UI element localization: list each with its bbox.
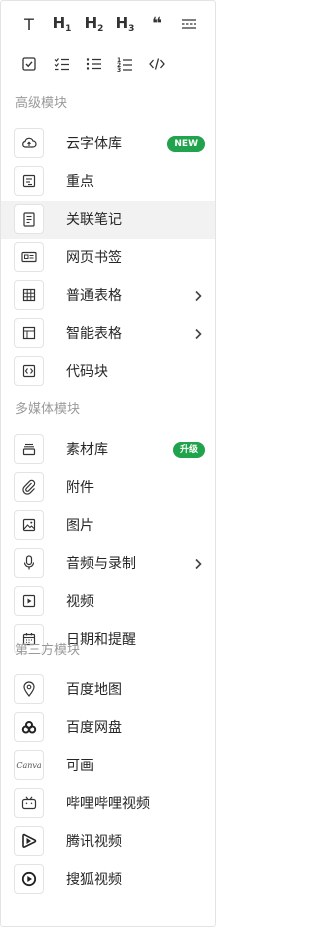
bullet-list-button[interactable] [79,45,109,83]
menu-item-label: 可画 [66,758,94,774]
divider-icon [182,19,196,29]
microphone-icon [14,548,44,578]
section-title-advanced: 高级模块 [15,96,68,111]
menu-item-smart-table[interactable]: 智能表格 [1,315,215,353]
menu-item-bilibili[interactable]: 哔哩哔哩视频 [1,785,215,823]
text-button[interactable]: T [14,5,44,43]
heading1-icon: H1 [52,14,72,34]
checkbox-button[interactable] [14,45,44,83]
heading3-button[interactable]: H3 [110,5,140,43]
menu-item-attachment[interactable]: 附件 [1,469,215,507]
smart-table-icon [14,318,44,348]
heading1-button[interactable]: H1 [47,5,77,43]
menu-item-label: 重点 [66,174,94,190]
menu-item-label: 代码块 [66,364,108,380]
web-bookmark-icon [14,242,44,272]
attachment-icon [14,472,44,502]
insert-menu-panel: T H1 H2 H3 ❝ 1 2 3 高级模块 云字体库 NEW 重点 关联笔记… [0,0,216,927]
menu-item-label: 云字体库 [66,136,122,152]
menu-item-cloud-font[interactable]: 云字体库 NEW [1,125,215,163]
chevron-right-icon [195,328,202,340]
menu-item-baidu-cloud[interactable]: 百度网盘 [1,709,215,747]
code-icon [149,58,165,70]
heading3-icon: H3 [115,14,135,34]
code-block-icon [14,356,44,386]
menu-item-linked-note[interactable]: 关联笔记 [1,201,215,239]
menu-item-sohu-video[interactable]: 搜狐视频 [1,861,215,899]
image-icon [14,510,44,540]
bilibili-icon [14,788,44,818]
heading2-icon: H2 [84,14,104,34]
numbered-list-icon: 1 2 3 [117,57,132,72]
menu-item-material-library[interactable]: 素材库 升级 [1,431,215,469]
menu-item-tencent-video[interactable]: 腾讯视频 [1,823,215,861]
numbered-list-button[interactable]: 1 2 3 [110,45,140,83]
upgrade-badge: 升级 [172,442,205,458]
toolbar-row-1: T H1 H2 H3 ❝ [1,5,215,43]
code-button[interactable] [142,45,172,83]
menu-item-label: 搜狐视频 [66,872,122,888]
section-title-third-party: 第三方模块 [15,643,81,658]
menu-item-web-bookmark[interactable]: 网页书签 [1,239,215,277]
linked-note-icon [14,204,44,234]
canva-logo-text: Canva [16,760,42,770]
menu-item-label: 音频与录制 [66,556,136,572]
quote-button[interactable]: ❝ [142,5,172,43]
menu-item-canva[interactable]: Canva 可画 [1,747,215,785]
cloud-font-icon [14,128,44,158]
video-icon [14,586,44,616]
svg-text:3: 3 [117,67,121,72]
checklist-button[interactable] [47,45,77,83]
tencent-video-icon [14,826,44,856]
highlight-note-icon [14,166,44,196]
table-icon [14,280,44,310]
new-badge: NEW [167,136,205,152]
menu-item-video[interactable]: 视频 [1,583,215,621]
checklist-icon [54,58,69,71]
menu-item-label: 百度网盘 [66,720,122,736]
bullet-list-icon [86,58,101,70]
menu-item-label: 智能表格 [66,326,122,342]
divider-button[interactable] [174,5,204,43]
chevron-right-icon [195,290,202,302]
menu-item-label: 关联笔记 [66,212,122,228]
text-icon: T [24,14,34,34]
chevron-right-icon [195,558,202,570]
menu-item-audio[interactable]: 音频与录制 [1,545,215,583]
checkbox-icon [22,57,36,71]
sohu-video-icon [14,864,44,894]
quote-icon: ❝ [152,14,162,34]
menu-item-highlight[interactable]: 重点 [1,163,215,201]
section-title-multimedia: 多媒体模块 [15,402,81,417]
map-pin-icon [14,674,44,704]
menu-item-code-block[interactable]: 代码块 [1,353,215,391]
menu-item-image[interactable]: 图片 [1,507,215,545]
menu-item-table[interactable]: 普通表格 [1,277,215,315]
menu-item-baidu-map[interactable]: 百度地图 [1,671,215,709]
menu-item-label: 视频 [66,594,94,610]
baidu-cloud-icon [14,712,44,742]
material-library-icon [14,434,44,464]
canva-icon: Canva [14,750,44,780]
menu-item-label: 普通表格 [66,288,122,304]
heading2-button[interactable]: H2 [79,5,109,43]
menu-item-label: 百度地图 [66,682,122,698]
menu-item-label: 素材库 [66,442,108,458]
toolbar-row-2: 1 2 3 [1,45,215,83]
menu-item-label: 附件 [66,480,94,496]
menu-item-label: 腾讯视频 [66,834,122,850]
menu-item-label: 图片 [66,518,94,534]
menu-item-label: 网页书签 [66,250,122,266]
menu-item-label: 哔哩哔哩视频 [66,796,150,812]
